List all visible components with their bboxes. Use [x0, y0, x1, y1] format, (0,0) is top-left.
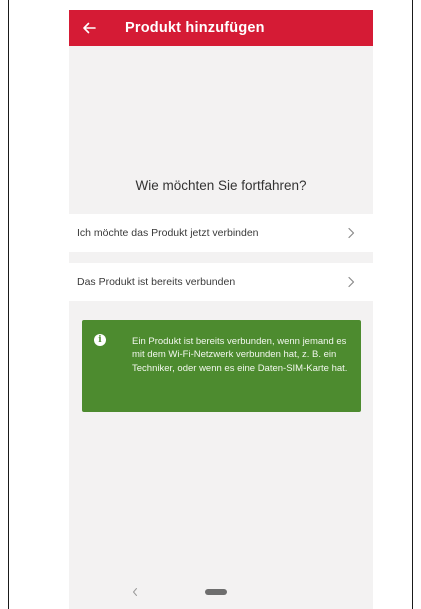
nav-back-icon[interactable]	[131, 587, 139, 597]
chevron-right-icon	[348, 227, 355, 239]
option-label: Ich möchte das Produkt jetzt verbinden	[77, 227, 259, 239]
system-nav-bar	[69, 578, 373, 609]
option-already-connected[interactable]: Das Produkt ist bereits verbunden	[69, 263, 373, 301]
info-text: Ein Produkt ist bereits verbunden, wenn …	[132, 336, 348, 374]
info-box: i Ein Produkt ist bereits verbunden, wen…	[82, 320, 361, 412]
chevron-right-icon	[348, 276, 355, 288]
question-heading: Wie möchten Sie fortfahren?	[135, 178, 307, 193]
arrow-left-icon	[83, 22, 96, 34]
phone-screen: Produkt hinzufügen Wie möchten Sie fortf…	[69, 10, 373, 609]
page: Produkt hinzufügen Wie möchten Sie fortf…	[0, 0, 421, 609]
info-icon: i	[94, 334, 106, 346]
app-bar: Produkt hinzufügen	[69, 10, 373, 46]
home-pill-icon[interactable]	[205, 589, 227, 595]
back-button[interactable]	[69, 10, 109, 46]
option-label: Das Produkt ist bereits verbunden	[77, 276, 236, 288]
option-connect-now[interactable]: Ich möchte das Produkt jetzt verbinden	[69, 214, 373, 252]
page-title: Produkt hinzufügen	[125, 20, 265, 36]
